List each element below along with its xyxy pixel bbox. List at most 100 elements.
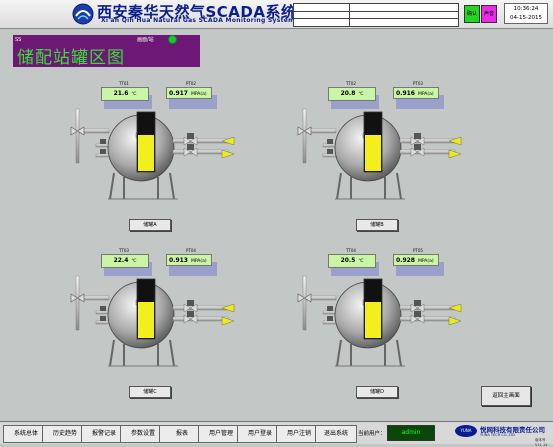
inflow-arrow-icon bbox=[448, 136, 462, 146]
level-fill bbox=[138, 302, 154, 338]
pressure-display: 0.916 MPA(a) bbox=[393, 87, 439, 99]
inflow-arrow-icon bbox=[221, 303, 235, 313]
tank-name-label[interactable]: 储罐C bbox=[129, 386, 171, 398]
temp-value: 21.6 bbox=[113, 90, 129, 97]
temp-tag: TT02 bbox=[346, 81, 356, 86]
temp-unit: ℃ bbox=[131, 259, 137, 264]
temp-display: 21.6 ℃ bbox=[101, 87, 149, 101]
company-name-en: YUNA TECH CO.,LTD bbox=[480, 433, 515, 437]
tank-leg bbox=[169, 339, 175, 367]
tank-unit: TT02 PT03 20.8 ℃ 0.916 MPA(a) 储罐B bbox=[293, 81, 473, 231]
alarm-summary-grid bbox=[293, 3, 459, 27]
tank-name-label[interactable]: 储罐A bbox=[129, 219, 171, 231]
tank-leg bbox=[336, 339, 342, 367]
tank-leg bbox=[336, 172, 342, 200]
tank-leg bbox=[109, 339, 115, 367]
valve-actuator-icon bbox=[327, 149, 333, 154]
temp-tag: TT01 bbox=[119, 81, 129, 86]
station-code: SS bbox=[15, 37, 22, 43]
valve-actuator-icon bbox=[187, 144, 194, 150]
outlet-pipe bbox=[399, 138, 456, 144]
indicator-label: 画面/站 bbox=[137, 37, 154, 43]
outlet-pipe bbox=[399, 149, 456, 155]
clock: 10:36:24 04-15-2015 bbox=[504, 3, 548, 24]
valve-actuator-icon bbox=[100, 306, 106, 311]
valve-actuator-icon bbox=[187, 133, 194, 139]
temp-display: 22.4 ℃ bbox=[101, 254, 149, 268]
pressure-display: 0.913 MPA(a) bbox=[166, 254, 212, 266]
temp-tag: TT04 bbox=[346, 248, 356, 253]
temp-value: 22.4 bbox=[113, 257, 129, 264]
tank-diagram bbox=[297, 108, 462, 200]
outlet-pipe bbox=[172, 316, 229, 322]
nav-exit-system[interactable]: 退出系统 bbox=[315, 425, 357, 443]
clock-date: 04-15-2015 bbox=[510, 15, 542, 21]
tank-name-label[interactable]: 储罐D bbox=[356, 386, 398, 398]
tank-unit: TT03 PT04 22.4 ℃ 0.913 MPA(a) 储罐C bbox=[66, 248, 246, 398]
pressure-display: 0.928 MPA(a) bbox=[393, 254, 439, 266]
pressure-unit: MPA(a) bbox=[190, 92, 207, 97]
pressure-value: 0.917 bbox=[169, 90, 188, 97]
temp-tag: TT03 bbox=[119, 248, 129, 253]
valve-actuator-icon bbox=[187, 311, 194, 317]
pressure-value: 0.913 bbox=[169, 257, 188, 264]
tank-leg bbox=[396, 172, 402, 200]
valve-actuator-icon bbox=[414, 311, 421, 317]
tank-diagram bbox=[70, 275, 235, 367]
valve-actuator-icon bbox=[100, 139, 106, 144]
branch-pipe bbox=[322, 153, 338, 158]
inflow-arrow-icon bbox=[448, 303, 462, 313]
temp-unit: ℃ bbox=[358, 92, 364, 97]
temp-display: 20.5 ℃ bbox=[328, 254, 376, 268]
outlet-pipe bbox=[399, 316, 456, 322]
level-fill bbox=[138, 135, 154, 171]
tank-leg bbox=[169, 172, 175, 200]
valve-actuator-icon bbox=[414, 133, 421, 139]
pressure-tag: PT05 bbox=[413, 248, 423, 253]
title-bar: 西安秦华天然气SCADA系统 Xi'an Qin Hua Natural Gas… bbox=[0, 0, 553, 29]
inlet-vertical-pipe bbox=[302, 275, 307, 331]
inflow-arrow-icon bbox=[221, 136, 235, 146]
current-user-label: 当前用户： bbox=[358, 431, 386, 437]
pressure-tag: PT03 bbox=[413, 81, 423, 86]
pressure-tag: PT02 bbox=[186, 81, 196, 86]
inlet-vertical-pipe bbox=[75, 108, 80, 164]
level-fill bbox=[365, 302, 381, 338]
pressure-tag: PT04 bbox=[186, 248, 196, 253]
pressure-value: 0.916 bbox=[396, 90, 415, 97]
pressure-unit: MPA(a) bbox=[190, 259, 207, 264]
outlet-pipe bbox=[172, 305, 229, 311]
outlet-pipe bbox=[172, 138, 229, 144]
clock-time: 10:36:24 bbox=[513, 6, 539, 12]
company-logo-icon bbox=[72, 3, 94, 25]
sound-button[interactable]: 声音 bbox=[481, 5, 497, 23]
temp-unit: ℃ bbox=[131, 92, 137, 97]
company-badge: YUNA bbox=[455, 425, 477, 437]
valve-actuator-icon bbox=[414, 300, 421, 306]
return-main-button[interactable]: 返回主画面 bbox=[481, 386, 531, 406]
footer-bar: 系统总体 历史趋势 报警记录 参数设置 报表 用户管理 用户登录 用户注销 退出… bbox=[0, 421, 553, 447]
acknowledge-button[interactable]: 确认 bbox=[464, 5, 480, 23]
tank-leg bbox=[396, 339, 402, 367]
tank-diagram bbox=[297, 275, 462, 367]
temp-display: 20.8 ℃ bbox=[328, 87, 376, 101]
pressure-value: 0.928 bbox=[396, 257, 415, 264]
tank-unit: TT04 PT05 20.5 ℃ 0.928 MPA(a) 储罐D bbox=[293, 248, 473, 398]
valve-actuator-icon bbox=[327, 139, 333, 144]
branch-pipe bbox=[95, 320, 111, 325]
outlet-pipe bbox=[399, 305, 456, 311]
valve-actuator-icon bbox=[327, 316, 333, 321]
tank-diagram bbox=[70, 108, 235, 200]
tank-name-label[interactable]: 储罐B bbox=[356, 219, 398, 231]
pressure-unit: MPA(a) bbox=[417, 259, 434, 264]
tank-leg bbox=[109, 172, 115, 200]
valve-actuator-icon bbox=[100, 149, 106, 154]
inlet-vertical-pipe bbox=[75, 275, 80, 331]
status-led-icon bbox=[168, 35, 177, 44]
tank-unit: TT01 PT02 21.6 ℃ 0.917 MPA(a) 储罐A bbox=[66, 81, 246, 231]
temp-value: 20.5 bbox=[340, 257, 356, 264]
valve-actuator-icon bbox=[327, 306, 333, 311]
temp-unit: ℃ bbox=[358, 259, 364, 264]
level-fill bbox=[365, 135, 381, 171]
inlet-vertical-pipe bbox=[302, 108, 307, 164]
